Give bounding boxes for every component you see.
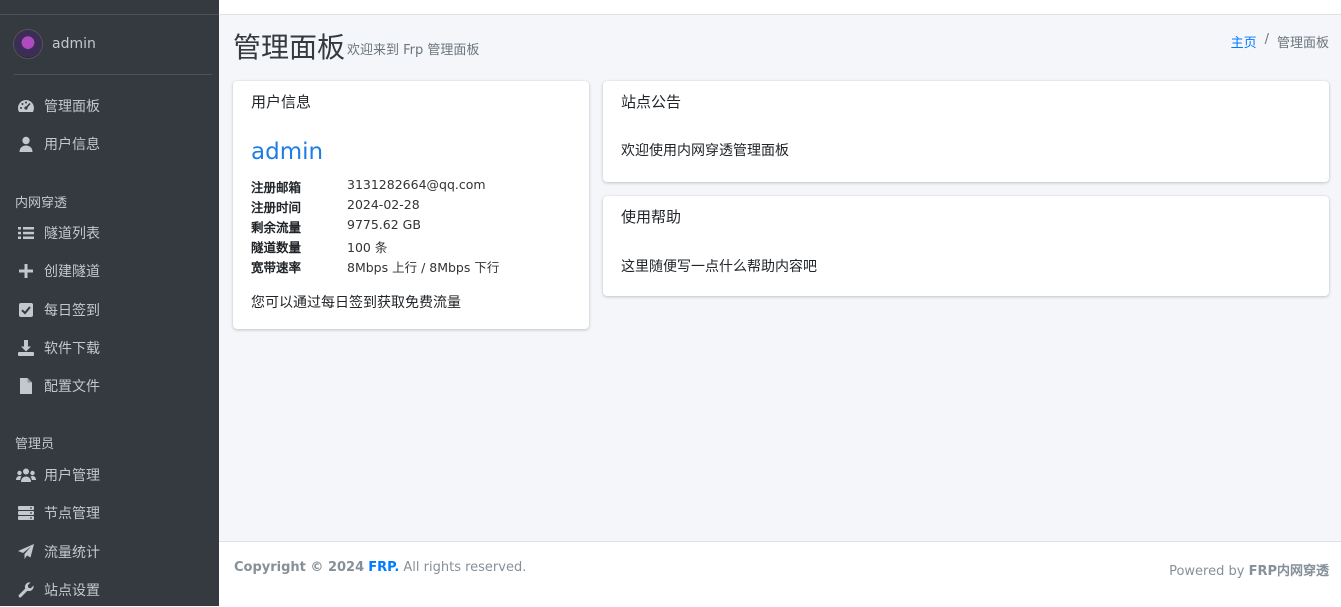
sidebar-item-label: 创建隧道 bbox=[44, 264, 100, 280]
info-value: 2024-02-28 bbox=[347, 197, 420, 212]
sidebar-item-label: 每日签到 bbox=[44, 303, 100, 319]
user-name[interactable]: admin bbox=[52, 36, 96, 52]
help-card: 使用帮助 这里随便写一点什么帮助内容吧 bbox=[603, 196, 1329, 296]
server-icon bbox=[16, 504, 36, 522]
footer-copyright: Copyright © 2024 FRP. All rights reserve… bbox=[234, 560, 526, 575]
paper-plane-icon bbox=[16, 543, 36, 561]
user-panel[interactable]: admin bbox=[14, 28, 96, 60]
info-label: 剩余流量 bbox=[251, 220, 302, 235]
powered-by-text: Powered by bbox=[1169, 564, 1245, 579]
page-title: 管理面板 bbox=[233, 31, 346, 64]
sidebar-item-download[interactable]: 软件下载 bbox=[16, 333, 100, 363]
sidebar-item-create-tunnel[interactable]: 创建隧道 bbox=[16, 256, 100, 286]
info-value: 3131282664@qq.com bbox=[347, 177, 486, 192]
info-label: 注册邮箱 bbox=[251, 180, 302, 195]
sidebar: admin 管理面板 用户信息 内网穿透 隧道列表 创建隧道 每日签到 软件下载… bbox=[0, 0, 219, 606]
info-value: 9775.62 GB bbox=[347, 217, 421, 232]
sidebar-item-tunnel-list[interactable]: 隧道列表 bbox=[16, 218, 100, 248]
info-label: 宽带速率 bbox=[251, 260, 302, 275]
plus-icon bbox=[16, 262, 36, 280]
top-navbar bbox=[219, 0, 1341, 15]
breadcrumb: 主页 / 管理面板 bbox=[1231, 32, 1329, 51]
footer: Copyright © 2024 FRP. All rights reserve… bbox=[219, 541, 1341, 607]
info-value: 8Mbps 上行 / 8Mbps 下行 bbox=[347, 260, 500, 275]
sidebar-item-label: 站点设置 bbox=[44, 583, 100, 599]
sidebar-item-label: 用户管理 bbox=[44, 468, 100, 484]
info-row-traffic: 剩余流量 9775.62 GB bbox=[251, 217, 421, 236]
username-heading: admin bbox=[251, 139, 324, 165]
card-title: 用户信息 bbox=[251, 93, 312, 111]
card-title: 站点公告 bbox=[621, 93, 682, 111]
breadcrumb-home-link[interactable]: 主页 bbox=[1231, 32, 1257, 51]
user-panel-divider bbox=[14, 74, 212, 75]
sidebar-top-divider bbox=[0, 14, 219, 15]
sidebar-item-label: 节点管理 bbox=[44, 506, 100, 522]
rights-text: All rights reserved. bbox=[403, 560, 527, 575]
dashboard-icon bbox=[16, 97, 36, 115]
user-icon bbox=[16, 135, 36, 153]
footer-powered-by: Powered by FRP内网穿透 bbox=[1169, 560, 1329, 579]
info-label: 隧道数量 bbox=[251, 240, 302, 255]
sidebar-item-dashboard[interactable]: 管理面板 bbox=[16, 91, 100, 121]
sidebar-item-label: 软件下载 bbox=[44, 341, 100, 357]
user-info-card: 用户信息 admin 注册邮箱 3131282664@qq.com 注册时间 2… bbox=[233, 81, 589, 329]
sidebar-item-label: 配置文件 bbox=[44, 379, 100, 395]
breadcrumb-current: 管理面板 bbox=[1276, 36, 1329, 51]
announcement-card: 站点公告 欢迎使用内网穿透管理面板 bbox=[603, 81, 1329, 182]
sidebar-item-daily-checkin[interactable]: 每日签到 bbox=[16, 295, 100, 325]
info-row-register-date: 注册时间 2024-02-28 bbox=[251, 197, 420, 216]
announcement-text: 欢迎使用内网穿透管理面板 bbox=[621, 143, 789, 159]
sidebar-item-traffic-stats[interactable]: 流量统计 bbox=[16, 537, 100, 567]
card-title: 使用帮助 bbox=[621, 208, 682, 226]
powered-by-brand: FRP内网穿透 bbox=[1248, 564, 1329, 579]
sidebar-item-user-info[interactable]: 用户信息 bbox=[16, 129, 100, 159]
download-icon bbox=[16, 339, 36, 357]
sidebar-item-site-settings[interactable]: 站点设置 bbox=[16, 575, 100, 605]
wrench-icon bbox=[16, 581, 36, 599]
check-square-icon bbox=[16, 301, 36, 319]
breadcrumb-separator: / bbox=[1264, 32, 1269, 47]
sidebar-item-user-management[interactable]: 用户管理 bbox=[16, 460, 100, 490]
sidebar-item-label: 隧道列表 bbox=[44, 226, 100, 242]
sidebar-item-label: 用户信息 bbox=[44, 137, 100, 153]
file-icon bbox=[16, 377, 36, 395]
checkin-note: 您可以通过每日签到获取免费流量 bbox=[251, 295, 461, 311]
footer-brand-link[interactable]: FRP. bbox=[368, 560, 399, 575]
sidebar-header-admin: 管理员 bbox=[15, 437, 55, 452]
sidebar-item-label: 管理面板 bbox=[44, 99, 100, 115]
page-subtitle: 欢迎来到 Frp 管理面板 bbox=[347, 43, 480, 58]
users-icon bbox=[16, 466, 36, 484]
info-value: 100 条 bbox=[347, 240, 388, 255]
info-row-email: 注册邮箱 3131282664@qq.com bbox=[251, 177, 486, 196]
list-icon bbox=[16, 224, 36, 242]
help-text: 这里随便写一点什么帮助内容吧 bbox=[621, 259, 817, 275]
sidebar-item-node-management[interactable]: 节点管理 bbox=[16, 498, 100, 528]
info-row-bandwidth: 宽带速率 8Mbps 上行 / 8Mbps 下行 bbox=[251, 257, 499, 276]
info-row-tunnel-count: 隧道数量 100 条 bbox=[251, 237, 387, 256]
avatar[interactable] bbox=[14, 30, 42, 58]
copyright-text: Copyright © 2024 bbox=[234, 560, 365, 575]
sidebar-item-config[interactable]: 配置文件 bbox=[16, 371, 100, 401]
sidebar-header-tunnel: 内网穿透 bbox=[15, 196, 68, 211]
info-label: 注册时间 bbox=[251, 200, 302, 215]
sidebar-item-label: 流量统计 bbox=[44, 545, 100, 561]
